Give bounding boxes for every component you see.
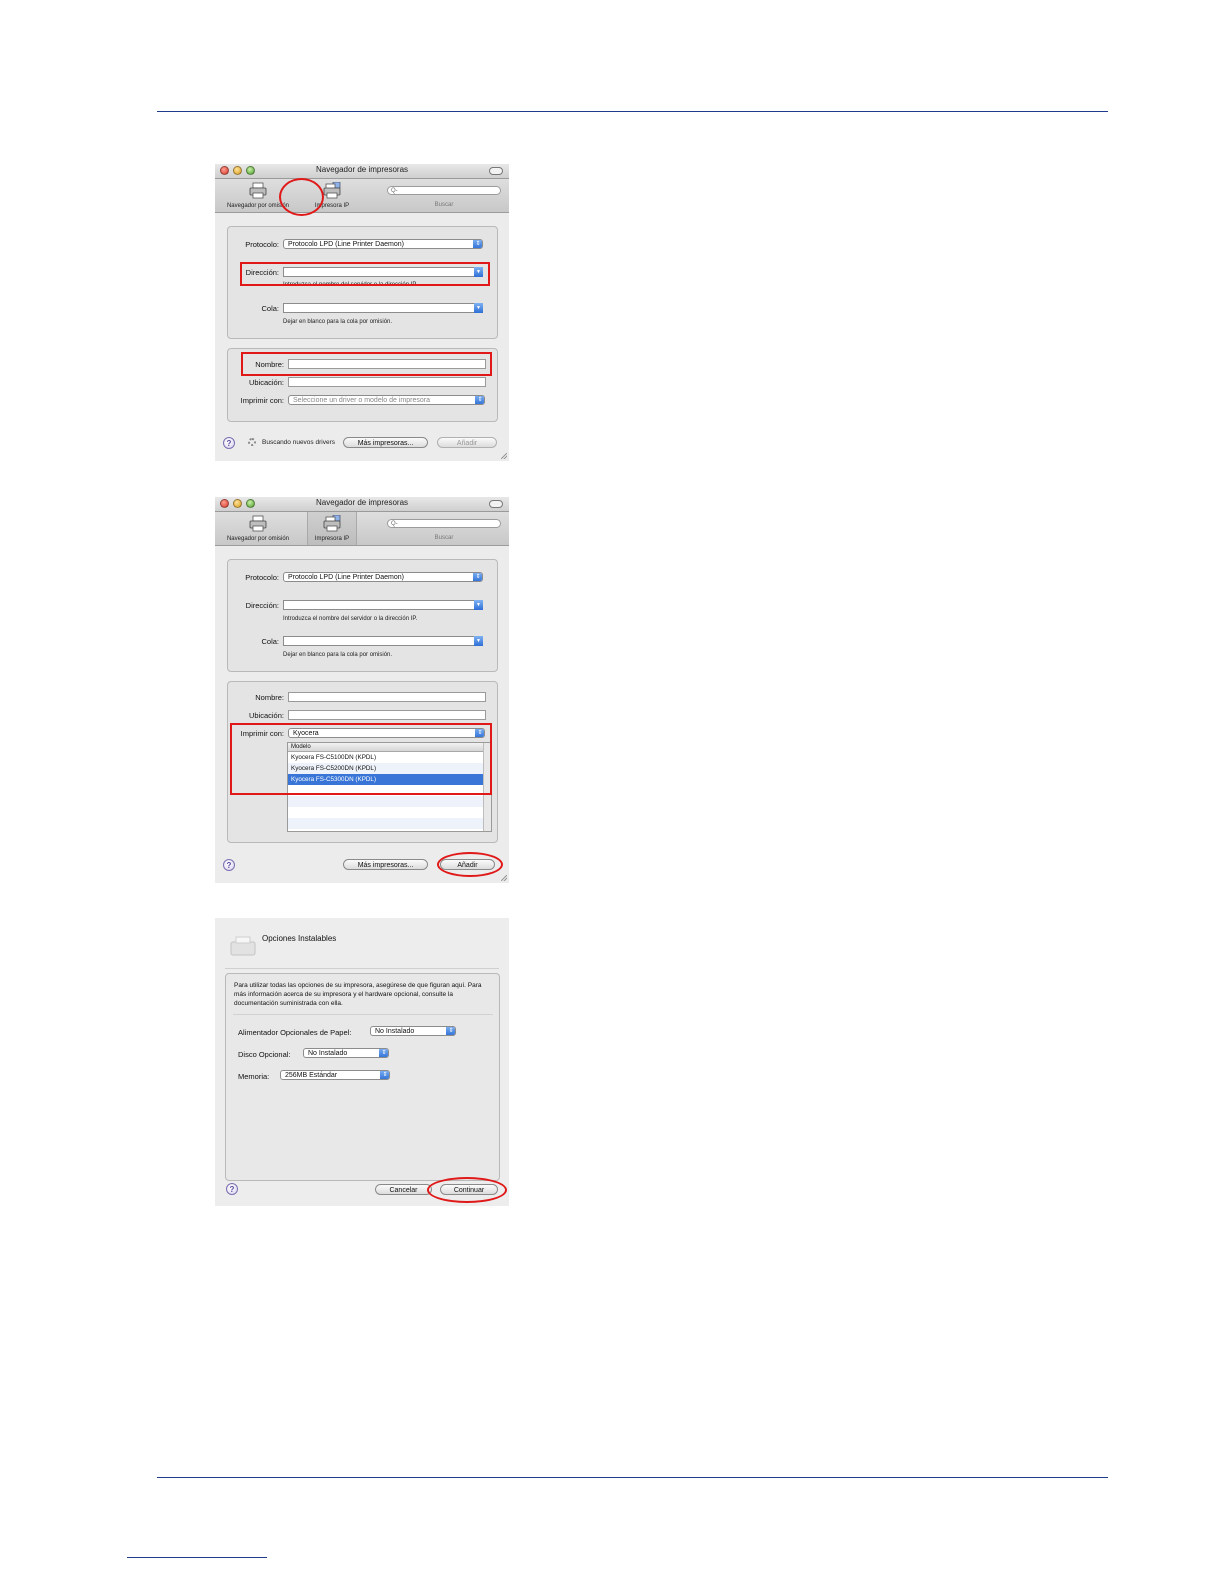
help-button[interactable]: ?	[226, 1183, 238, 1195]
printer-icon	[249, 515, 267, 532]
chevron-updown-icon: ⇕	[446, 1027, 455, 1035]
add-button[interactable]: Añadir	[437, 437, 497, 448]
empty-row	[288, 818, 484, 829]
queue-hint: Dejar en blanco para la cola por omisión…	[283, 652, 393, 658]
title-bar: Navegador de impresoras	[215, 497, 509, 512]
more-printers-button[interactable]: Más impresoras...	[343, 859, 428, 870]
more-printers-button[interactable]: Más impresoras...	[343, 437, 428, 448]
resize-handle[interactable]	[501, 453, 507, 459]
footer-rule	[157, 1477, 1108, 1478]
protocol-label: Protocolo:	[245, 573, 279, 582]
title-bar: Navegador de impresoras	[215, 164, 509, 179]
chevron-updown-icon: ⇕	[473, 573, 482, 581]
spinner-icon	[248, 438, 256, 446]
highlight-name	[241, 352, 492, 376]
print-with-popup[interactable]: Seleccione un driver o modelo de impreso…	[288, 395, 485, 405]
highlight-print-with	[230, 723, 492, 795]
header-rule	[157, 111, 1108, 112]
memory-label: Memoria:	[238, 1072, 270, 1081]
dialog-title: Opciones Instalables	[262, 934, 337, 943]
disk-label: Disco Opcional:	[238, 1050, 291, 1059]
toolbar-ip-printer[interactable]: Impresora IP	[307, 512, 357, 545]
protocol-value: Protocolo LPD (Line Printer Daemon)	[288, 574, 404, 581]
search-input[interactable]: Q-	[387, 519, 501, 528]
protocol-popup[interactable]: Protocolo LPD (Line Printer Daemon) ⇕	[283, 239, 483, 249]
ip-printer-icon	[323, 182, 341, 199]
cancel-button[interactable]: Cancelar	[375, 1184, 432, 1195]
name-label: Nombre:	[255, 693, 284, 702]
toolbar-toggle-button[interactable]	[489, 167, 503, 175]
feeder-label: Alimentador Opcionales de Papel:	[238, 1028, 352, 1037]
dialog-description: Para utilizar todas las opciones de su i…	[234, 982, 482, 1007]
queue-hint: Dejar en blanco para la cola por omisión…	[283, 319, 393, 325]
memory-popup[interactable]: 256MB Estándar ⇕	[280, 1070, 390, 1080]
toolbar-default-label: Navegador por omisión	[226, 536, 290, 542]
chevron-updown-icon: ⇕	[473, 240, 482, 248]
address-hint: Introduzca el nombre del servidor o la d…	[283, 616, 418, 622]
chevron-updown-icon: ⇕	[379, 1049, 388, 1057]
highlight-address	[240, 262, 490, 286]
resize-handle[interactable]	[501, 875, 507, 881]
protocol-label: Protocolo:	[245, 240, 279, 249]
print-with-placeholder: Seleccione un driver o modelo de impreso…	[293, 397, 430, 404]
search-input[interactable]: Q-	[387, 186, 501, 195]
highlight-add-button	[437, 852, 503, 877]
help-button[interactable]: ?	[223, 437, 235, 449]
chevron-updown-icon: ⇕	[475, 396, 484, 404]
name-field[interactable]	[288, 692, 486, 702]
chevron-updown-icon: ⇕	[380, 1071, 389, 1079]
chevron-down-icon[interactable]: ▼	[474, 303, 483, 313]
installable-options-dialog: Opciones Instalables Para utilizar todas…	[215, 918, 509, 1206]
description-divider	[233, 1014, 493, 1015]
printer-browser-window-1: Navegador de impresoras Navegador por om…	[215, 164, 509, 461]
protocol-popup[interactable]: Protocolo LPD (Line Printer Daemon) ⇕	[283, 572, 483, 582]
printer-icon	[230, 936, 256, 956]
toolbar-ip-label: Impresora IP	[314, 536, 350, 542]
queue-label: Cola:	[261, 304, 279, 313]
title-divider	[225, 968, 499, 969]
toolbar-toggle-button[interactable]	[489, 500, 503, 508]
footer-short-rule	[127, 1557, 267, 1558]
queue-field[interactable]: ▼	[283, 636, 483, 646]
window-title: Navegador de impresoras	[315, 165, 409, 174]
search-label: Buscar	[434, 202, 454, 208]
location-label: Ubicación:	[248, 378, 284, 387]
chevron-down-icon[interactable]: ▼	[474, 600, 483, 610]
toolbar-default-browser[interactable]: Navegador por omisión	[218, 512, 298, 545]
searching-status: Buscando nuevos drivers	[262, 439, 335, 446]
print-with-label: Imprimir con:	[240, 396, 284, 405]
window-title: Navegador de impresoras	[315, 498, 409, 507]
toolbar: Navegador por omisión Impresora IP Q- Bu…	[215, 179, 509, 213]
printer-icon	[249, 182, 267, 199]
disk-popup[interactable]: No Instalado ⇕	[303, 1048, 389, 1058]
location-label: Ubicación:	[248, 711, 284, 720]
queue-label: Cola:	[261, 637, 279, 646]
disk-value: No Instalado	[308, 1050, 348, 1057]
queue-field[interactable]: ▼	[283, 303, 483, 313]
empty-row	[288, 796, 484, 807]
chevron-down-icon[interactable]: ▼	[474, 636, 483, 646]
feeder-popup[interactable]: No Instalado ⇕	[370, 1026, 456, 1036]
highlight-continue-button	[427, 1177, 507, 1203]
feeder-value: No Instalado	[375, 1028, 415, 1035]
ip-printer-icon	[323, 515, 341, 532]
protocol-value: Protocolo LPD (Line Printer Daemon)	[288, 241, 404, 248]
help-button[interactable]: ?	[223, 859, 235, 871]
address-field[interactable]: ▼	[283, 600, 483, 610]
search-label: Buscar	[434, 535, 454, 541]
location-field[interactable]	[288, 377, 486, 387]
memory-value: 256MB Estándar	[285, 1072, 338, 1079]
location-field[interactable]	[288, 710, 486, 720]
address-label: Dirección:	[245, 601, 279, 610]
printer-browser-window-2: Navegador de impresoras Navegador por om…	[215, 497, 509, 883]
highlight-ip-printer	[279, 178, 324, 216]
toolbar: Navegador por omisión Impresora IP Q- Bu…	[215, 512, 509, 546]
